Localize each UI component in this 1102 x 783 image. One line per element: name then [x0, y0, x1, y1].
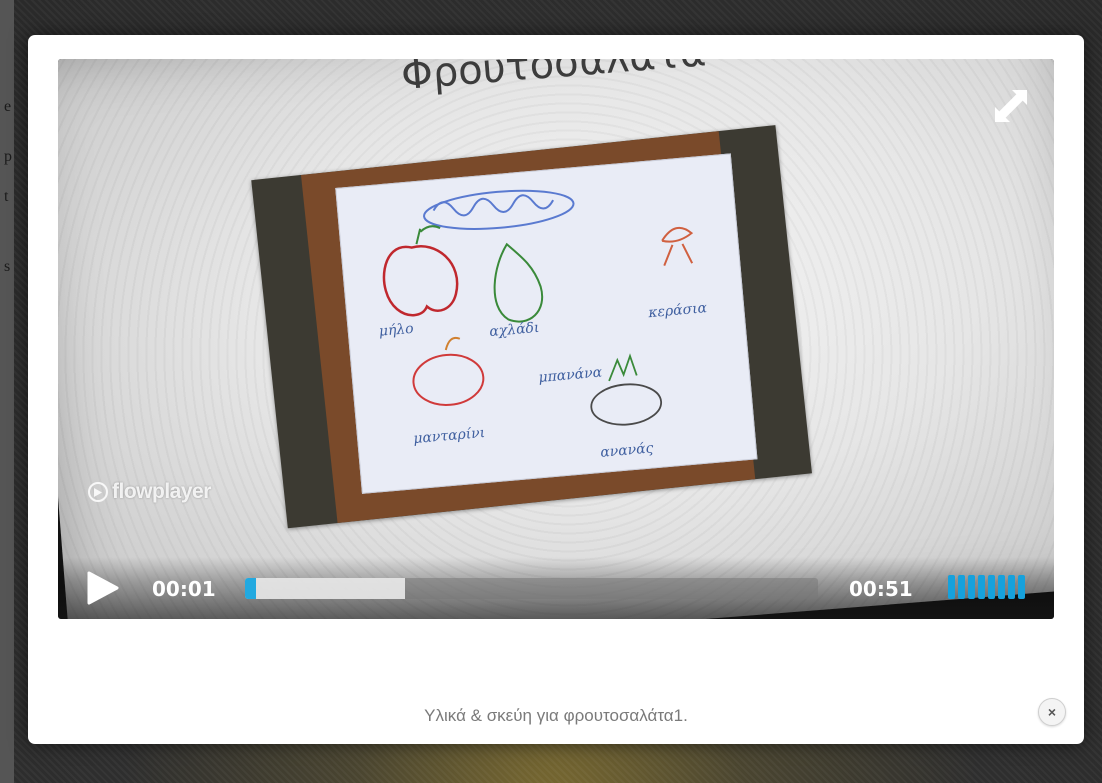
volume-level-bar[interactable] — [1008, 575, 1015, 599]
background-text-fragment: p — [4, 148, 12, 165]
volume-level-bar[interactable] — [948, 575, 955, 599]
video-player[interactable]: Φρουτοσαλάτα μήλο αχλάδι κεράσια μανταρί… — [58, 59, 1054, 619]
svg-text:κεράσια: κεράσια — [647, 300, 709, 321]
timeline-scrubber[interactable] — [245, 578, 818, 599]
volume-level-bar[interactable] — [988, 575, 995, 599]
elapsed-time: 00:01 — [152, 577, 216, 601]
flowplayer-logo-icon — [88, 482, 108, 502]
volume-level-bar[interactable] — [998, 575, 1005, 599]
flowplayer-label: flowplayer — [112, 480, 211, 503]
volume-level-bar[interactable] — [978, 575, 985, 599]
player-control-bar: 00:01 00:51 — [58, 557, 1054, 619]
progress-bar — [245, 578, 256, 599]
duration-time: 00:51 — [849, 577, 913, 601]
background-page-edge: e p t s — [0, 0, 14, 783]
svg-text:μανταρίνι: μανταρίνι — [413, 424, 486, 447]
play-icon[interactable] — [86, 570, 120, 606]
volume-level-bar[interactable] — [958, 575, 965, 599]
background-text-fragment: t — [4, 188, 9, 205]
video-frame: Φρουτοσαλάτα μήλο αχλάδι κεράσια μανταρί… — [58, 59, 1054, 619]
svg-text:αχλάδι: αχλάδι — [489, 320, 540, 340]
svg-text:μπανάνα: μπανάνα — [538, 364, 603, 386]
poster-drawing: μήλο αχλάδι κεράσια μανταρίνι μπανάνα αν… — [335, 153, 758, 494]
svg-text:μήλο: μήλο — [378, 321, 414, 340]
volume-control[interactable] — [948, 575, 1025, 599]
background-text-fragment: e — [4, 98, 12, 115]
background-text-fragment: s — [4, 258, 11, 275]
flowplayer-watermark: flowplayer — [88, 480, 211, 504]
svg-text:ανανάς: ανανάς — [600, 440, 655, 461]
video-photo: μήλο αχλάδι κεράσια μανταρίνι μπανάνα αν… — [251, 125, 812, 529]
lightbox-caption: Υλικά & σκεύη για φρουτοσαλάτα1. — [424, 706, 688, 725]
volume-level-bar[interactable] — [968, 575, 975, 599]
close-icon[interactable]: × — [1038, 698, 1066, 726]
buffer-bar — [245, 578, 405, 599]
lightbox-dialog: Φρουτοσαλάτα μήλο αχλάδι κεράσια μανταρί… — [28, 35, 1084, 744]
fullscreen-icon[interactable] — [992, 87, 1030, 125]
volume-level-bar[interactable] — [1018, 575, 1025, 599]
